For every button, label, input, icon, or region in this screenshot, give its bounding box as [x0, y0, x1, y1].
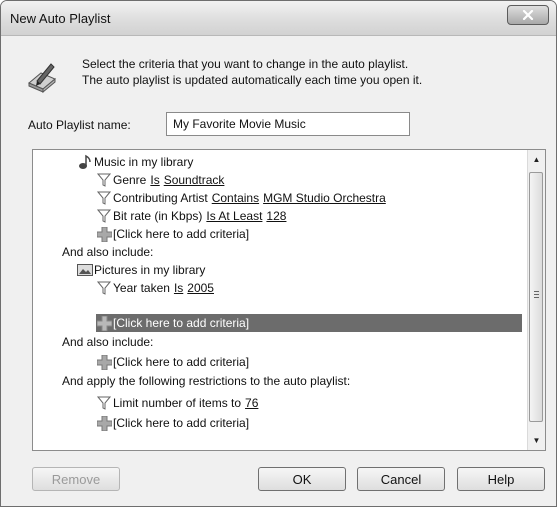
cancel-button[interactable]: Cancel	[357, 467, 445, 491]
add-criteria-row-selected[interactable]: [Click here to add criteria]	[96, 314, 522, 332]
filter-icon	[96, 280, 112, 296]
restrictions-label: And apply the following restrictions to …	[62, 374, 351, 388]
criteria-row[interactable]: Bit rate (in Kbps) Is At Least 128	[96, 207, 286, 225]
add-criteria-label: [Click here to add criteria]	[113, 227, 250, 241]
criteria-field: Limit number of items to	[113, 396, 242, 410]
window-title: New Auto Playlist	[10, 11, 111, 26]
description-line-2: The auto playlist is updated automatical…	[82, 73, 423, 87]
criteria-field: Contributing Artist	[113, 191, 208, 205]
criteria-operator-link[interactable]: Contains	[212, 191, 259, 205]
dialog-window: New Auto Playlist Select the criteria th…	[0, 0, 557, 507]
criteria-value-link[interactable]: Soundtrack	[164, 173, 225, 187]
criteria-value-link[interactable]: 128	[266, 209, 286, 223]
add-criteria-label: [Click here to add criteria]	[113, 355, 250, 369]
scroll-thumb[interactable]	[529, 172, 543, 422]
music-library-node[interactable]: Music in my library	[77, 153, 193, 171]
add-criteria-row[interactable]: [Click here to add criteria]	[96, 225, 249, 243]
criteria-operator-link[interactable]: Is	[150, 173, 159, 187]
scroll-down-button[interactable]: ▼	[528, 432, 545, 449]
close-icon	[522, 10, 534, 20]
add-icon	[96, 354, 112, 370]
picture-icon	[77, 262, 93, 278]
pictures-library-label: Pictures in my library	[94, 263, 206, 277]
playlist-edit-icon	[28, 63, 56, 93]
criteria-row[interactable]: Limit number of items to 76	[96, 394, 258, 412]
criteria-field: Genre	[113, 173, 147, 187]
filter-icon	[96, 208, 112, 224]
criteria-field: Bit rate (in Kbps)	[113, 209, 203, 223]
pictures-library-node[interactable]: Pictures in my library	[77, 261, 205, 279]
also-include-label: And also include:	[62, 335, 154, 349]
filter-icon	[96, 395, 112, 411]
criteria-field: Year taken	[113, 281, 170, 295]
criteria-row[interactable]: Contributing Artist Contains MGM Studio …	[96, 189, 386, 207]
playlist-name-label: Auto Playlist name:	[28, 118, 131, 132]
criteria-operator-link[interactable]: Is At Least	[206, 209, 262, 223]
vertical-scrollbar[interactable]: ▲ ▼	[527, 150, 545, 450]
add-icon	[96, 415, 112, 431]
music-library-label: Music in my library	[94, 155, 194, 169]
grip-icon	[534, 291, 539, 298]
criteria-value-link[interactable]: 76	[245, 396, 258, 410]
filter-icon	[96, 190, 112, 206]
add-icon	[96, 315, 112, 331]
title-bar[interactable]: New Auto Playlist	[1, 1, 556, 36]
criteria-operator-link[interactable]: Is	[174, 281, 183, 295]
criteria-row[interactable]: Year taken Is 2005	[96, 279, 214, 297]
criteria-value-link[interactable]: MGM Studio Orchestra	[263, 191, 386, 205]
remove-button[interactable]: Remove	[32, 467, 120, 491]
help-button[interactable]: Help	[457, 467, 545, 491]
music-note-icon	[77, 154, 93, 170]
ok-button[interactable]: OK	[258, 467, 346, 491]
criteria-row[interactable]: Genre Is Soundtrack	[96, 171, 224, 189]
filter-icon	[96, 172, 112, 188]
add-criteria-row[interactable]: [Click here to add criteria]	[96, 414, 249, 432]
add-criteria-label: [Click here to add criteria]	[113, 416, 250, 430]
playlist-name-input[interactable]: My Favorite Movie Music	[166, 112, 410, 136]
description-line-1: Select the criteria that you want to cha…	[82, 57, 409, 71]
add-criteria-label: [Click here to add criteria]	[113, 316, 250, 330]
criteria-value-link[interactable]: 2005	[187, 281, 214, 295]
add-icon	[96, 226, 112, 242]
add-criteria-row[interactable]: [Click here to add criteria]	[96, 353, 249, 371]
also-include-label: And also include:	[62, 245, 154, 259]
close-button[interactable]	[507, 5, 549, 25]
criteria-tree[interactable]: Music in my library Genre Is Soundtrack …	[32, 149, 546, 451]
scroll-up-button[interactable]: ▲	[528, 151, 545, 168]
